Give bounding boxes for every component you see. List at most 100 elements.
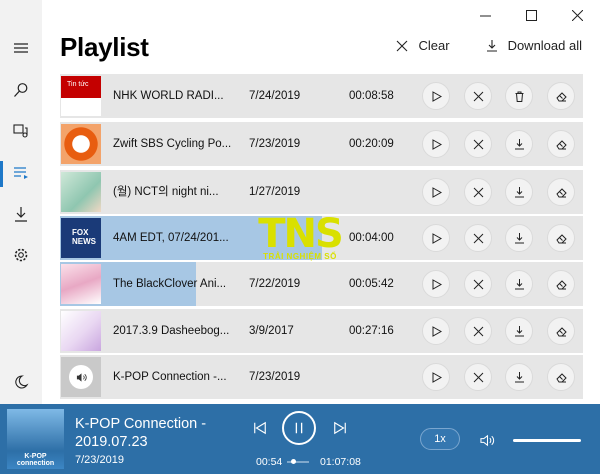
close-icon	[397, 40, 408, 51]
eraser-icon	[555, 233, 567, 243]
list-item[interactable]: 2017.3.9 Dasheebog... 3/9/2017 00:27:16	[60, 309, 583, 353]
remove-button[interactable]	[464, 270, 492, 298]
skip-previous-button[interactable]	[252, 420, 268, 436]
play-icon	[432, 371, 442, 383]
mark-played-button[interactable]	[547, 224, 575, 252]
play-button[interactable]	[422, 82, 450, 110]
episode-title: K-POP Connection -...	[113, 371, 227, 383]
maximize-icon[interactable]	[508, 0, 554, 30]
mark-played-button[interactable]	[547, 363, 575, 391]
list-item[interactable]: Tin tức NHK WORLD RADI... 7/24/2019 00:0…	[60, 74, 583, 118]
seek-handle[interactable]	[291, 459, 296, 464]
episode-duration: 00:08:58	[349, 90, 394, 102]
episode-title: 4AM EDT, 07/24/201...	[113, 232, 229, 244]
eraser-icon	[555, 279, 567, 289]
remove-button[interactable]	[464, 130, 492, 158]
now-playing-date: 7/23/2019	[75, 454, 124, 466]
remove-button[interactable]	[464, 363, 492, 391]
episode-title: The BlackClover Ani...	[113, 278, 227, 290]
episode-title: (월) NCT의 night ni...	[113, 186, 219, 198]
now-playing-title: K-POP Connection - 2019.07.23	[75, 416, 207, 450]
download-button[interactable]	[505, 178, 533, 206]
thumbnail-fox: FOX NEWS	[61, 218, 101, 258]
thumbnail-nhk: Tin tức	[61, 76, 101, 116]
now-playing-icon	[69, 365, 93, 389]
play-button[interactable]	[422, 130, 450, 158]
skip-next-button[interactable]	[332, 420, 348, 436]
minimize-icon[interactable]	[462, 0, 508, 30]
trash-icon	[515, 91, 523, 102]
download-button[interactable]	[505, 224, 533, 252]
close-icon	[473, 372, 483, 382]
episode-date: 1/27/2019	[249, 186, 301, 198]
download-button[interactable]	[505, 130, 533, 158]
mark-played-button[interactable]	[547, 82, 575, 110]
total-time: 01:07:08	[320, 456, 361, 468]
download-icon	[514, 278, 524, 289]
play-button[interactable]	[422, 363, 450, 391]
settings-icon[interactable]	[0, 235, 42, 275]
download-icon	[514, 138, 524, 149]
play-button[interactable]	[422, 178, 450, 206]
mark-played-button[interactable]	[547, 178, 575, 206]
volume-slider[interactable]	[513, 439, 581, 442]
remove-button[interactable]	[464, 82, 492, 110]
remove-button[interactable]	[464, 224, 492, 252]
episode-duration: 00:04:00	[349, 232, 394, 244]
play-button[interactable]	[422, 224, 450, 252]
hamburger-icon[interactable]	[0, 28, 42, 68]
play-button[interactable]	[422, 317, 450, 345]
top-actions: Clear Download all	[396, 38, 582, 53]
close-icon	[473, 187, 483, 197]
podcast-icon[interactable]	[0, 111, 42, 151]
playlist-icon[interactable]	[0, 153, 42, 193]
search-icon[interactable]	[0, 70, 42, 110]
download-icon	[486, 39, 497, 52]
close-icon	[473, 139, 483, 149]
clear-button[interactable]: Clear	[396, 38, 450, 53]
close-icon	[473, 279, 483, 289]
download-icon[interactable]	[0, 194, 42, 234]
download-icon	[514, 186, 524, 197]
list-item[interactable]: The BlackClover Ani... 7/22/2019 00:05:4…	[60, 262, 583, 306]
episode-date: 7/24/2019	[249, 90, 301, 102]
episode-duration: 00:20:09	[349, 138, 394, 150]
list-item[interactable]: K-POP Connection -... 7/23/2019	[60, 355, 583, 399]
download-button[interactable]	[505, 317, 533, 345]
eraser-icon	[555, 372, 567, 382]
mark-played-button[interactable]	[547, 317, 575, 345]
episode-duration: 00:27:16	[349, 325, 394, 337]
list-item[interactable]: Zwift SBS Cycling Po... 7/23/2019 00:20:…	[60, 122, 583, 166]
close-window-icon[interactable]	[554, 0, 600, 30]
download-icon	[514, 232, 524, 243]
playback-speed-button[interactable]: 1x	[420, 428, 460, 450]
remove-button[interactable]	[464, 178, 492, 206]
download-icon	[514, 325, 524, 336]
skip-previous-icon	[254, 421, 266, 435]
episode-date: 7/23/2019	[249, 371, 301, 383]
download-button[interactable]	[505, 270, 533, 298]
watermark-main: TNS	[258, 211, 344, 257]
mark-played-button[interactable]	[547, 130, 575, 158]
thumb-label: FOX NEWS	[72, 228, 96, 246]
download-button[interactable]	[505, 363, 533, 391]
delete-download-button[interactable]	[505, 82, 533, 110]
volume-button[interactable]	[479, 432, 495, 448]
episode-date: 3/9/2017	[249, 325, 294, 337]
list-item[interactable]: (월) NCT의 night ni... 1/27/2019	[60, 170, 583, 214]
pause-button[interactable]	[282, 411, 316, 445]
play-icon	[432, 278, 442, 290]
eraser-icon	[555, 139, 567, 149]
thumbnail-kpop	[61, 357, 101, 397]
player-bar: K-POP connection K-POP Connection - 2019…	[0, 404, 600, 474]
play-button[interactable]	[422, 270, 450, 298]
play-icon	[432, 232, 442, 244]
episode-title: NHK WORLD RADI...	[113, 90, 224, 102]
episode-duration: 00:05:42	[349, 278, 394, 290]
thumbnail-nct	[61, 172, 101, 212]
download-all-button[interactable]: Download all	[486, 38, 582, 53]
remove-button[interactable]	[464, 317, 492, 345]
night-mode-icon[interactable]	[0, 362, 42, 402]
mark-played-button[interactable]	[547, 270, 575, 298]
elapsed-time: 00:54	[256, 456, 283, 468]
